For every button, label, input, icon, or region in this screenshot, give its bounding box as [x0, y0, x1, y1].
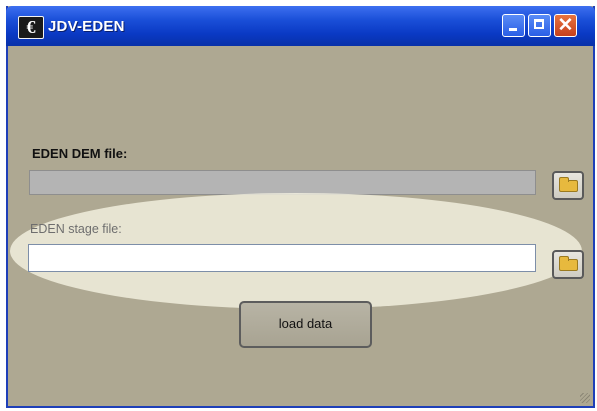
load-data-button[interactable]: load data [239, 301, 372, 348]
close-button[interactable]: ✕ [554, 14, 577, 37]
stage-file-label: EDEN stage file: [30, 222, 122, 236]
stage-file-field[interactable] [28, 244, 536, 272]
resize-grip-icon[interactable] [580, 393, 590, 403]
close-icon: ✕ [557, 15, 574, 36]
minimize-button[interactable] [502, 14, 525, 37]
browse-dem-button[interactable] [552, 171, 584, 200]
app-icon[interactable]: € [18, 16, 44, 39]
title-bar[interactable]: € JDV-EDEN ✕ [6, 6, 595, 46]
browse-stage-button[interactable] [552, 250, 584, 279]
dem-file-field[interactable] [29, 170, 536, 195]
dem-file-label: EDEN DEM file: [32, 146, 128, 161]
folder-icon [559, 256, 578, 271]
window-title: JDV-EDEN [48, 18, 125, 35]
folder-icon [559, 177, 578, 192]
maximize-button[interactable] [528, 14, 551, 37]
